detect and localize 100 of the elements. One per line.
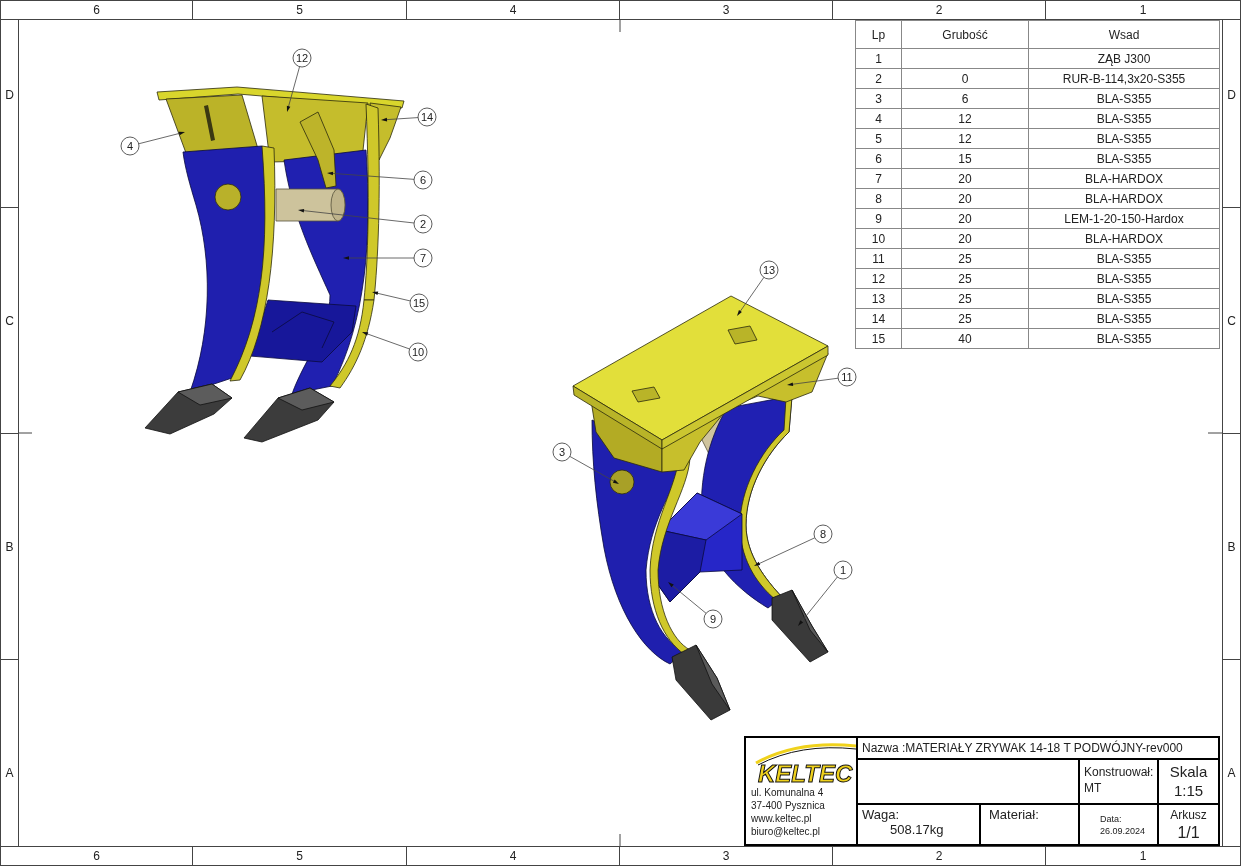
pin <box>275 188 346 222</box>
zone-number: 6 <box>93 3 100 17</box>
table-cell: ZĄB J300 <box>1097 51 1151 66</box>
table-cell: BLA-S355 <box>1096 131 1152 146</box>
table-cell: 25 <box>958 311 972 326</box>
table-cell: BLA-S355 <box>1096 271 1152 286</box>
table-cell: 20 <box>958 211 972 226</box>
leader-line <box>798 576 838 626</box>
table-cell: 0 <box>961 71 969 86</box>
sheet-label: Arkusz <box>1170 807 1207 823</box>
zone-letter: A <box>5 766 14 780</box>
leader-line <box>286 66 300 112</box>
item-balloon: 2 <box>413 214 433 234</box>
zone-letter: D <box>5 87 14 102</box>
material-label: Materiał: <box>989 807 1039 822</box>
leader-line <box>668 582 707 614</box>
table-cell: 6 <box>875 151 882 166</box>
item-balloon: 4 <box>120 136 140 156</box>
item-balloon: 6 <box>413 170 433 190</box>
table-cell: 25 <box>958 271 972 286</box>
table-cell: BLA-S355 <box>1096 251 1152 266</box>
leader-line <box>737 277 765 316</box>
item-balloon: 7 <box>413 248 433 268</box>
table-cell: 12 <box>958 131 972 146</box>
zone-number: 4 <box>509 849 517 863</box>
table-cell: BLA-HARDOX <box>1085 171 1163 186</box>
zone-letter: C <box>5 313 14 328</box>
zone-number: 1 <box>1139 849 1147 863</box>
item-balloon: 12 <box>292 48 312 68</box>
address-line: biuro@keltec.pl <box>751 825 821 838</box>
table-cell: BLA-HARDOX <box>1085 231 1163 246</box>
zone-number: 5 <box>296 849 303 863</box>
zone-number: 3 <box>722 3 730 17</box>
date-label: Data: <box>1100 813 1122 825</box>
table-cell: 15 <box>871 331 886 346</box>
weight-label: Waga: <box>862 807 900 822</box>
leader-line <box>569 456 619 484</box>
designer-label: Konstruował: <box>1084 764 1154 780</box>
table-cell: 13 <box>871 291 886 306</box>
table-cell: 14 <box>871 311 886 326</box>
table-cell: 9 <box>875 211 882 226</box>
zone-number: 6 <box>93 849 100 863</box>
item-balloon: 14 <box>417 107 437 127</box>
address-line: 37-400 Pysznica <box>751 799 825 812</box>
table-cell: 12 <box>958 111 972 126</box>
item-balloon: 15 <box>409 293 429 313</box>
table-cell: 6 <box>961 91 969 106</box>
table-cell: 7 <box>875 171 882 186</box>
table-cell: 20 <box>958 191 972 206</box>
scale-label: Skala <box>1169 762 1208 781</box>
item-balloon: 3 <box>552 442 572 462</box>
leader-line <box>343 256 415 260</box>
table-cell: 25 <box>958 251 972 266</box>
zone-number: 5 <box>296 3 303 17</box>
designer-value: MT <box>1084 780 1102 796</box>
table-cell: 40 <box>958 331 972 346</box>
zone-number: 2 <box>935 849 943 863</box>
item-balloon: 8 <box>813 524 833 544</box>
leader-line <box>138 131 185 145</box>
table-cell: BLA-S355 <box>1096 331 1152 346</box>
table-cell: 15 <box>958 151 972 166</box>
table-cell: 20 <box>958 231 972 246</box>
table-cell: BLA-S355 <box>1096 291 1152 306</box>
item-balloon: 9 <box>703 609 723 629</box>
zone-letter: A <box>1227 766 1236 780</box>
drawing-title: Nazwa :MATERIAŁY ZRYWAK 14-18 T PODWÓJNY-rev000 <box>862 741 1183 755</box>
table-cell: 25 <box>958 291 972 306</box>
zone-number: 1 <box>1139 3 1147 17</box>
item-balloon: 1 <box>833 560 853 580</box>
zone-letter: D <box>1227 87 1236 102</box>
leader-line <box>754 537 816 566</box>
leader-line <box>787 377 839 386</box>
table-cell: BLA-S355 <box>1096 311 1152 326</box>
address-line: www.keltec.pl <box>751 812 812 825</box>
boss <box>609 469 635 495</box>
leader-line <box>362 332 410 350</box>
zone-letter: B <box>1227 539 1236 554</box>
table-cell: BLA-S355 <box>1096 111 1152 126</box>
table-cell: BLA-S355 <box>1096 151 1152 166</box>
date-value: 26.09.2024 <box>1100 825 1146 837</box>
column-header: Wsad <box>1108 27 1140 42</box>
table-cell: 2 <box>875 71 882 86</box>
zone-letter: B <box>5 539 14 554</box>
table-cell: 20 <box>958 171 972 186</box>
table-cell: 4 <box>875 111 882 126</box>
leader-line <box>381 117 419 122</box>
table-cell: 11 <box>872 251 885 266</box>
table-cell: 5 <box>875 131 882 146</box>
column-header: Lp <box>871 27 886 42</box>
item-balloon: 10 <box>408 342 428 362</box>
item-balloon: 11 <box>837 367 857 387</box>
column-header: Grubość <box>942 27 988 42</box>
table-cell: 3 <box>875 91 882 106</box>
table-cell: BLA-S355 <box>1096 91 1152 106</box>
table-cell: 8 <box>875 191 882 206</box>
zone-number: 4 <box>509 3 517 17</box>
table-cell: 12 <box>871 271 886 286</box>
weight-value: 508.17kg <box>890 822 944 837</box>
item-balloon: 13 <box>759 260 779 280</box>
scale-value: 1:15 <box>1173 781 1204 800</box>
